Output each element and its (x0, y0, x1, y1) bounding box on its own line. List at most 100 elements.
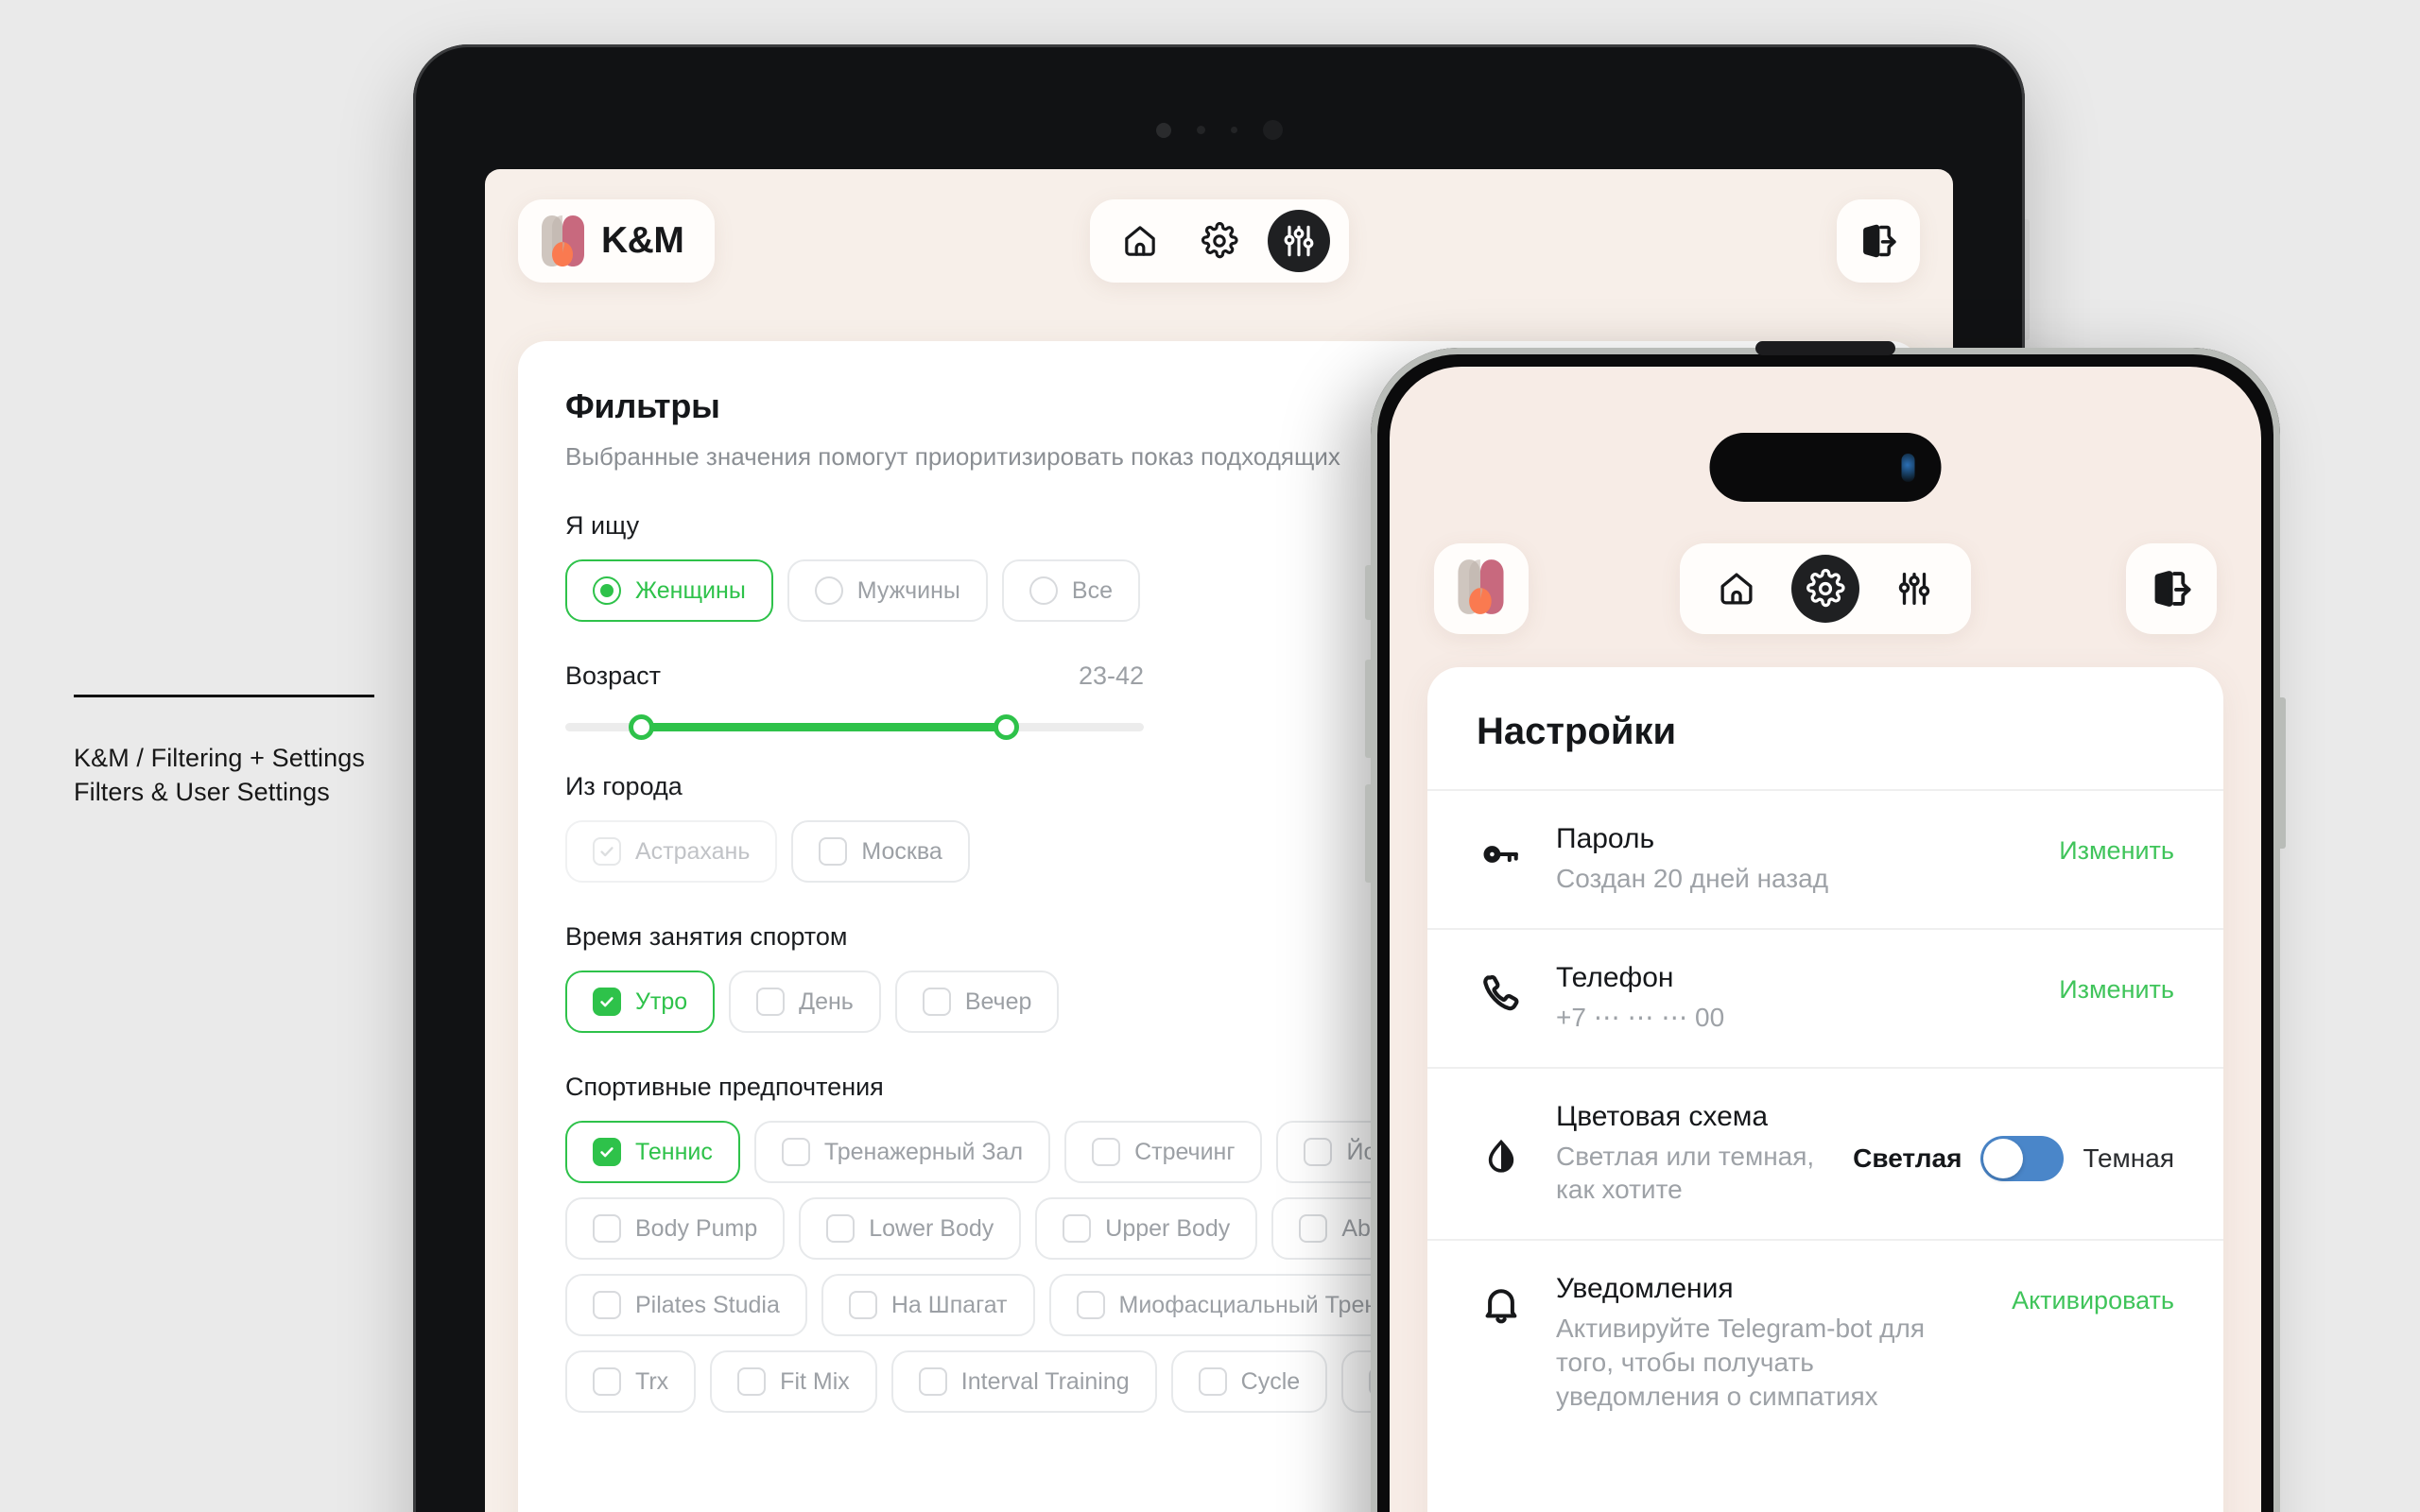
checkbox-chip-na-shpagat[interactable]: На Шпагат (821, 1274, 1035, 1336)
setting-description: Светлая или темная, как хотите (1556, 1141, 1815, 1205)
heart-logo-icon (1455, 558, 1508, 621)
setting-row-color-scheme[interactable]: Цветовая схема Светлая или темная, как х… (1427, 1066, 2223, 1240)
sensor-dot (1196, 126, 1205, 134)
checkbox-chip-gym[interactable]: Тренажерный Зал (753, 1121, 1051, 1183)
phone-device: Настройки Пароль Создан 20 дней назад Из… (1365, 341, 2286, 1512)
setting-name: Пароль (1556, 823, 1655, 854)
dynamic-island (1709, 433, 1942, 502)
checkbox-chip-evening[interactable]: Вечер (894, 971, 1060, 1033)
checkbox-chip-interval-training[interactable]: Interval Training (890, 1350, 1157, 1413)
setting-row-phone[interactable]: Телефон +7 ⋯ ⋯ ⋯ 00 Изменить (1427, 927, 2223, 1067)
checkbox-indicator (593, 988, 621, 1016)
setting-action-link[interactable]: Изменить (2059, 823, 2174, 866)
chip-label: Pilates Studia (635, 1291, 780, 1318)
theme-light-label: Светлая (1853, 1143, 1962, 1173)
phone-volume-up (1365, 660, 1371, 758)
tablet-topbar: K&M (485, 169, 1953, 313)
setting-action-link[interactable]: Активировать (2012, 1273, 2174, 1315)
checkbox-chip-upper-body[interactable]: Upper Body (1035, 1197, 1258, 1260)
chip-label: Interval Training (960, 1367, 1130, 1395)
checkbox-chip-tennis[interactable]: Теннис (565, 1121, 740, 1183)
setting-name: Цветовая схема (1556, 1100, 1769, 1132)
radio-indicator (593, 576, 621, 605)
settings-card: Настройки Пароль Создан 20 дней назад Из… (1427, 667, 2223, 1512)
nav-settings-button[interactable] (1791, 555, 1859, 623)
checkbox-indicator (593, 837, 621, 866)
setting-row-password[interactable]: Пароль Создан 20 дней назад Изменить (1427, 789, 2223, 928)
chip-label: Теннис (635, 1138, 713, 1165)
caption-text: K&M / Filtering + Settings Filters & Use… (74, 742, 386, 810)
nav-home-button[interactable] (1109, 210, 1171, 272)
setting-action-link[interactable]: Изменить (2059, 962, 2174, 1005)
setting-name: Уведомления (1556, 1273, 1734, 1305)
checkbox-indicator (781, 1138, 810, 1166)
nav-settings-button[interactable] (1188, 210, 1251, 272)
slider-knob-max[interactable] (993, 714, 1019, 740)
tablet-camera-row (1155, 120, 1283, 140)
camera-dot (1155, 122, 1171, 138)
app-logo-mobile[interactable] (1434, 543, 1529, 634)
phone-screen: Настройки Пароль Создан 20 дней назад Из… (1390, 367, 2261, 1512)
checkbox-indicator (593, 1138, 621, 1166)
checkbox-chip-cycle[interactable]: Cycle (1170, 1350, 1328, 1413)
phone-nav (1680, 543, 1971, 634)
logout-button-mobile[interactable] (2126, 543, 2217, 634)
nav-filters-button[interactable] (1880, 555, 1948, 623)
radio-indicator (1028, 576, 1058, 605)
checkbox-chip-trx[interactable]: Trx (565, 1350, 697, 1413)
app-logo[interactable]: K&M (518, 199, 716, 283)
checkbox-chip-pilates-studia[interactable]: Pilates Studia (565, 1274, 807, 1336)
checkbox-indicator (593, 1291, 621, 1319)
tablet-nav (1089, 199, 1349, 283)
setting-description: +7 ⋯ ⋯ ⋯ 00 (1556, 1002, 1725, 1032)
radio-chip-women[interactable]: Женщины (565, 559, 773, 622)
setting-name: Телефон (1556, 961, 1674, 993)
nav-home-button[interactable] (1703, 555, 1771, 623)
sensor-dot-small (1230, 127, 1237, 133)
chip-label: Cycle (1240, 1367, 1301, 1395)
radio-chip-all[interactable]: Все (1001, 559, 1140, 622)
chip-label: Fit Mix (780, 1367, 850, 1395)
checkbox-indicator (1076, 1291, 1105, 1319)
logout-icon (2154, 571, 2191, 607)
heart-logo-icon (539, 214, 588, 268)
checkbox-chip-stretching[interactable]: Стречинг (1064, 1121, 1263, 1183)
checkbox-chip-day[interactable]: День (729, 971, 881, 1033)
setting-row-notifications[interactable]: Уведомления Активируйте Telegram-bot для… (1427, 1239, 2223, 1445)
checkbox-indicator (1092, 1138, 1121, 1166)
logout-button[interactable] (1837, 199, 1920, 283)
setting-description: Активируйте Telegram-bot для того, чтобы… (1556, 1314, 1926, 1411)
radio-chip-men[interactable]: Мужчины (786, 559, 988, 622)
checkbox-indicator (918, 1367, 947, 1396)
key-icon (1477, 823, 1526, 876)
logout-icon (1863, 224, 1896, 258)
checkbox-indicator (593, 1367, 621, 1396)
nav-filters-button[interactable] (1267, 210, 1330, 272)
checkbox-chip-lower-body[interactable]: Lower Body (799, 1197, 1022, 1260)
checkbox-chip-fit-mix[interactable]: Fit Mix (710, 1350, 877, 1413)
age-range-slider[interactable] (565, 714, 1144, 740)
chip-label: Стречинг (1134, 1138, 1236, 1165)
checkbox-chip-body-pump[interactable]: Body Pump (565, 1197, 786, 1260)
radio-indicator (814, 576, 843, 605)
checkbox-chip-moscow[interactable]: Москва (791, 820, 970, 883)
contrast-icon (1477, 1128, 1526, 1179)
chip-label: Тренажерный Зал (823, 1138, 1024, 1165)
theme-toggle-switch[interactable] (1980, 1135, 2065, 1181)
chip-label: Миофасциальный Тренинг (1118, 1291, 1413, 1318)
checkbox-indicator (848, 1291, 877, 1319)
checkbox-indicator (593, 1214, 621, 1243)
checkbox-chip-astrakhan[interactable]: Астрахань (565, 820, 778, 883)
bell-icon (1477, 1273, 1526, 1326)
phone-power-button (2280, 697, 2286, 849)
checkbox-chip-morning[interactable]: Утро (565, 971, 716, 1033)
chip-label: Вечер (964, 988, 1032, 1015)
toggle-knob (1983, 1138, 2024, 1178)
chip-label: Утро (635, 988, 688, 1015)
checkbox-indicator (1299, 1214, 1328, 1243)
chip-label: Женщины (635, 576, 746, 604)
chip-label: Все (1071, 576, 1113, 604)
checkbox-indicator (819, 837, 848, 866)
chip-label: Trx (635, 1367, 669, 1395)
slider-knob-min[interactable] (629, 714, 655, 740)
